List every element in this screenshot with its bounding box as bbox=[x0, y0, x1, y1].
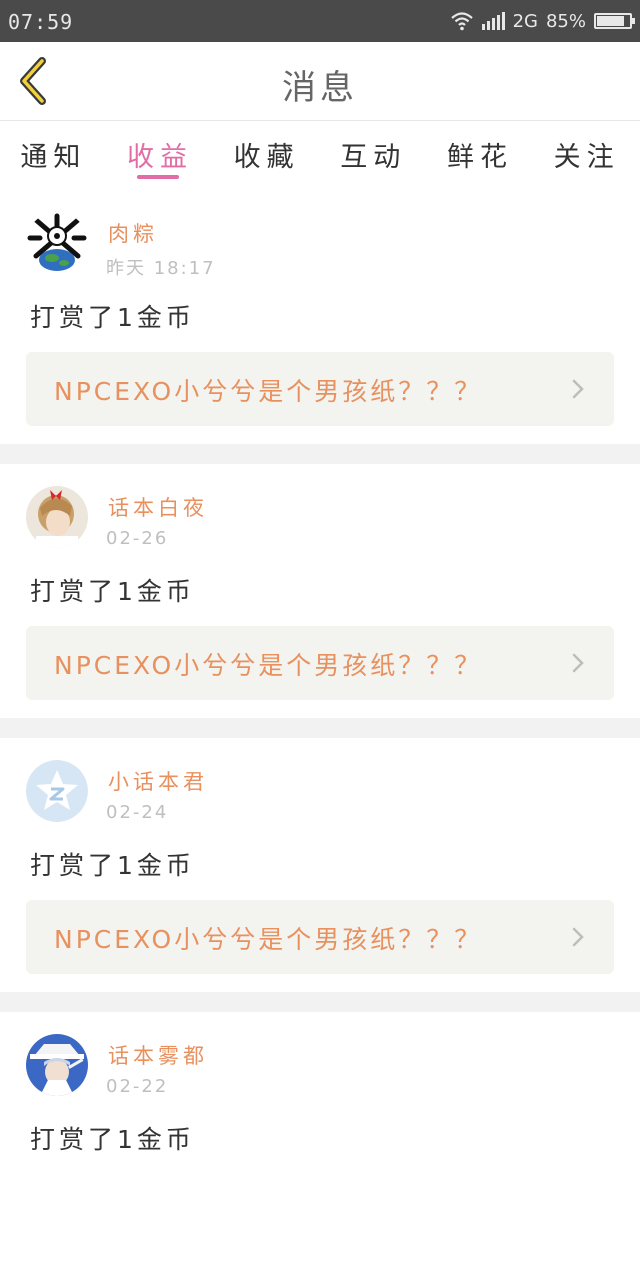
avatar-crossbones-globe bbox=[26, 212, 88, 274]
avatar-anime-hat bbox=[26, 1034, 88, 1096]
divider bbox=[0, 992, 640, 1012]
avatar[interactable] bbox=[26, 760, 88, 822]
signal-icon bbox=[481, 12, 505, 30]
story-title: NPCEXO小兮兮是个男孩纸？？？ bbox=[54, 651, 483, 680]
header: 消息 bbox=[0, 42, 640, 121]
tab-notifications[interactable]: 通知 bbox=[20, 121, 86, 189]
list-item: 话本雾都 02-22 打赏了1金币 bbox=[0, 1012, 640, 1266]
avatar[interactable] bbox=[26, 1034, 88, 1096]
timestamp: 昨天 18:17 bbox=[106, 258, 216, 279]
list-item: 肉粽 昨天 18:17 打赏了1金币 NPCEXO小兮兮是个男孩纸？？？ bbox=[0, 190, 640, 444]
message-text: 打赏了1金币 bbox=[30, 303, 195, 332]
tab-interactions[interactable]: 互动 bbox=[340, 121, 406, 189]
status-icons: 2G 85% bbox=[450, 8, 635, 34]
tab-earnings[interactable]: 收益 bbox=[127, 121, 193, 189]
list-item: 话本白夜 02-26 打赏了1金币 NPCEXO小兮兮是个男孩纸？？？ bbox=[0, 464, 640, 718]
username[interactable]: 话本雾都 bbox=[108, 1040, 208, 1070]
avatar-girl-red-bow bbox=[26, 486, 88, 548]
username[interactable]: 话本白夜 bbox=[108, 492, 208, 522]
story-title: NPCEXO小兮兮是个男孩纸？？？ bbox=[54, 925, 483, 954]
divider bbox=[0, 444, 640, 464]
status-time: 07:59 bbox=[8, 10, 74, 34]
username[interactable]: 肉粽 bbox=[108, 218, 158, 248]
chevron-right-icon bbox=[572, 653, 584, 673]
avatar-star-z bbox=[26, 760, 88, 822]
avatar[interactable] bbox=[26, 212, 88, 274]
message-text: 打赏了1金币 bbox=[30, 1125, 195, 1154]
story-title: NPCEXO小兮兮是个男孩纸？？？ bbox=[54, 377, 483, 406]
avatar[interactable] bbox=[26, 486, 88, 548]
tab-bar: 通知 收益 收藏 互动 鲜花 关注 bbox=[0, 121, 640, 189]
timestamp: 02-26 bbox=[106, 528, 169, 549]
wifi-icon bbox=[450, 12, 473, 31]
tab-following[interactable]: 关注 bbox=[554, 121, 620, 189]
divider bbox=[0, 718, 640, 738]
list-item: 小话本君 02-24 打赏了1金币 NPCEXO小兮兮是个男孩纸？？？ bbox=[0, 738, 640, 992]
tab-favorites[interactable]: 收藏 bbox=[234, 121, 300, 189]
story-link[interactable]: NPCEXO小兮兮是个男孩纸？？？ bbox=[26, 626, 614, 700]
chevron-right-icon bbox=[572, 379, 584, 399]
tab-flowers[interactable]: 鲜花 bbox=[447, 121, 513, 189]
timestamp: 02-22 bbox=[106, 1076, 169, 1097]
story-link[interactable]: NPCEXO小兮兮是个男孩纸？？？ bbox=[26, 352, 614, 426]
message-list: 肉粽 昨天 18:17 打赏了1金币 NPCEXO小兮兮是个男孩纸？？？ 话本白… bbox=[0, 190, 640, 1266]
chevron-right-icon bbox=[572, 927, 584, 947]
battery-icon bbox=[594, 13, 635, 29]
status-bar: 07:59 2G 85% bbox=[0, 0, 640, 42]
message-text: 打赏了1金币 bbox=[30, 577, 195, 606]
page-title: 消息 bbox=[282, 68, 358, 108]
battery-percent: 85% bbox=[545, 10, 586, 32]
message-text: 打赏了1金币 bbox=[30, 851, 195, 880]
story-link[interactable]: NPCEXO小兮兮是个男孩纸？？？ bbox=[26, 900, 614, 974]
network-type: 2G bbox=[512, 10, 538, 32]
username[interactable]: 小话本君 bbox=[108, 766, 208, 796]
timestamp: 02-24 bbox=[106, 802, 169, 823]
